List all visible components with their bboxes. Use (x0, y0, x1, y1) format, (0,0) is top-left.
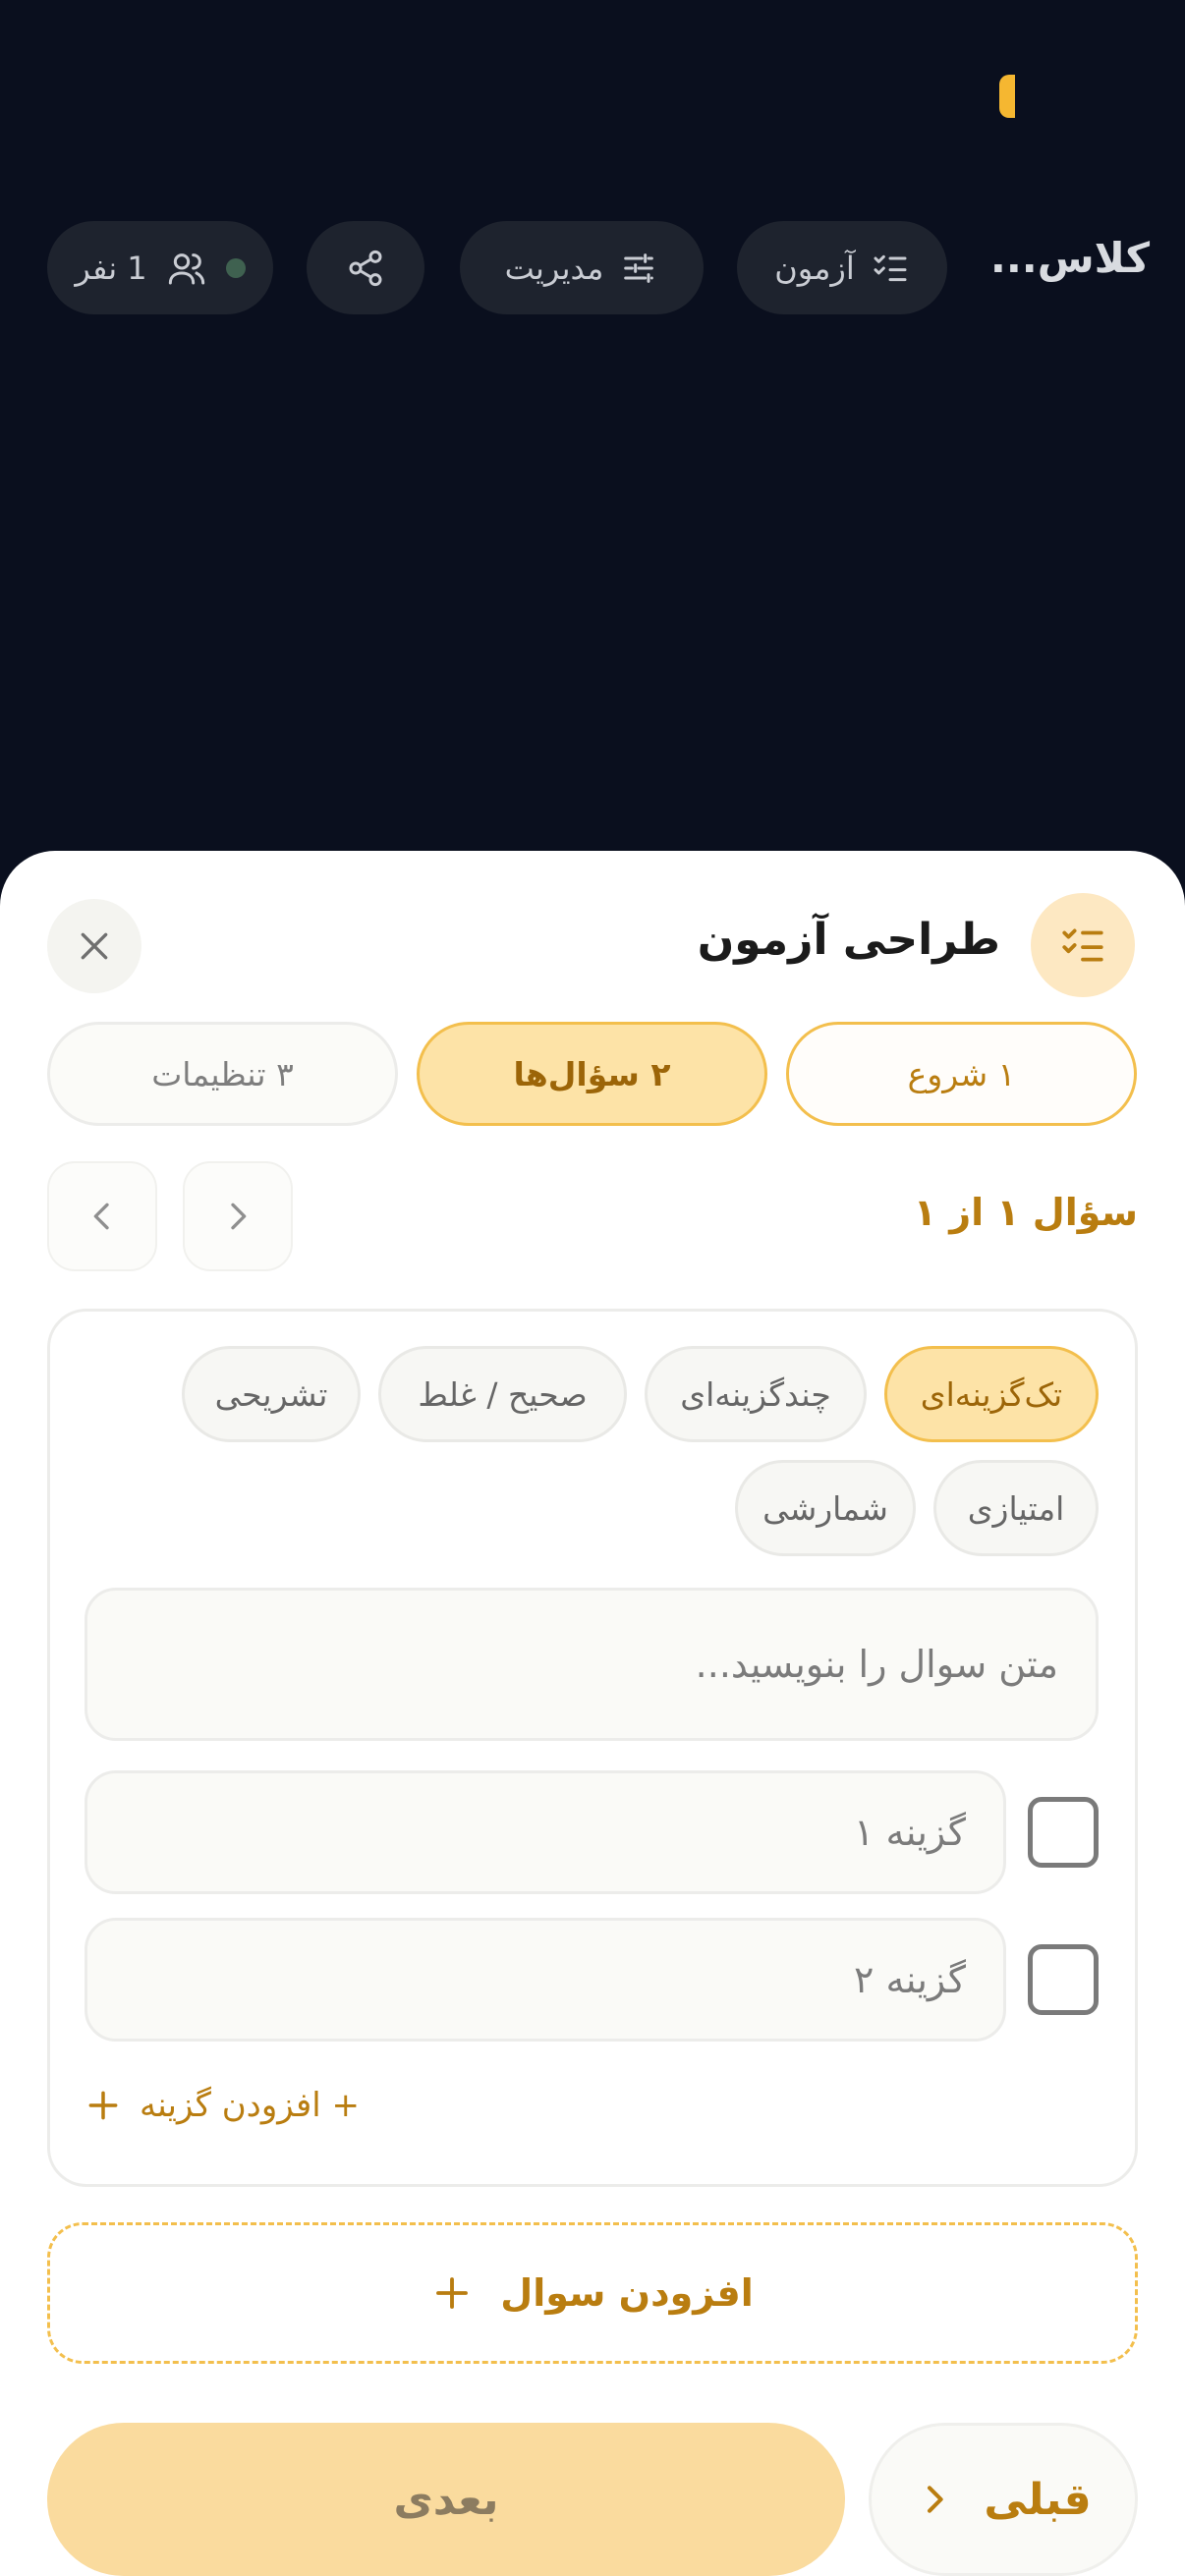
status-indicator (999, 75, 1015, 118)
sliders-icon (624, 252, 654, 283)
question-text-input[interactable]: متن سوال را بنویسید... (85, 1588, 1099, 1741)
class-title: کلاس... (989, 234, 1150, 282)
chevron-left-icon (93, 1203, 109, 1230)
close-icon (81, 932, 108, 960)
manage-button[interactable]: مدیریت (460, 221, 704, 314)
next-step-button[interactable]: بعدی (47, 2423, 845, 2576)
users-icon (168, 252, 204, 284)
previous-step-label: قبلی (984, 2474, 1092, 2525)
online-status-dot (225, 257, 246, 278)
option-checkbox-2[interactable] (1028, 1944, 1099, 2015)
step-settings[interactable]: ۳ تنظیمات (47, 1022, 398, 1126)
type-single-choice[interactable]: تک‌گزینه‌ای (884, 1346, 1099, 1442)
type-essay[interactable]: تشریحی (182, 1346, 361, 1442)
members-button[interactable]: 1 نفر (47, 221, 273, 314)
add-question-button[interactable]: افزودن سوال (47, 2222, 1138, 2364)
exam-label: آزمون (774, 249, 855, 287)
plus-icon (436, 2277, 469, 2309)
exam-button[interactable]: آزمون (737, 221, 947, 314)
checklist-icon (874, 254, 907, 281)
previous-step-button[interactable]: قبلی (869, 2423, 1138, 2576)
plus-icon (88, 2091, 118, 2120)
type-multiple-choice[interactable]: چندگزینه‌ای (645, 1346, 867, 1442)
step-start[interactable]: ۱ شروع (786, 1022, 1137, 1126)
members-label: 1 نفر (75, 249, 147, 287)
add-option-label: + افزودن گزینه (140, 2086, 360, 2125)
question-counter: سؤال ۱ از ۱ (913, 1191, 1138, 1234)
add-option-button[interactable]: + افزودن گزینه (85, 2081, 360, 2130)
option-input-2[interactable]: گزینه ۲ (85, 1918, 1006, 2042)
type-count[interactable]: شمارشی (735, 1460, 916, 1556)
checklist-icon (1062, 928, 1103, 962)
sheet-title: طراحی آزمون (697, 915, 1000, 965)
type-true-false[interactable]: صحیح / غلط (378, 1346, 627, 1442)
chevron-right-icon (928, 2486, 944, 2513)
manage-label: مدیریت (504, 249, 604, 287)
add-question-label: افزودن سوال (500, 2271, 754, 2315)
type-score[interactable]: امتیازی (933, 1460, 1099, 1556)
share-button[interactable] (307, 221, 424, 314)
next-question-button[interactable] (183, 1161, 293, 1271)
chevron-right-icon (231, 1203, 247, 1230)
share-icon (349, 250, 382, 286)
sheet-icon (1031, 893, 1135, 997)
previous-question-button[interactable] (47, 1161, 157, 1271)
option-checkbox-1[interactable] (1028, 1797, 1099, 1868)
step-questions[interactable]: ۲ سؤال‌ها (417, 1022, 767, 1126)
option-input-1[interactable]: گزینه ۱ (85, 1770, 1006, 1894)
close-button[interactable] (47, 899, 141, 993)
